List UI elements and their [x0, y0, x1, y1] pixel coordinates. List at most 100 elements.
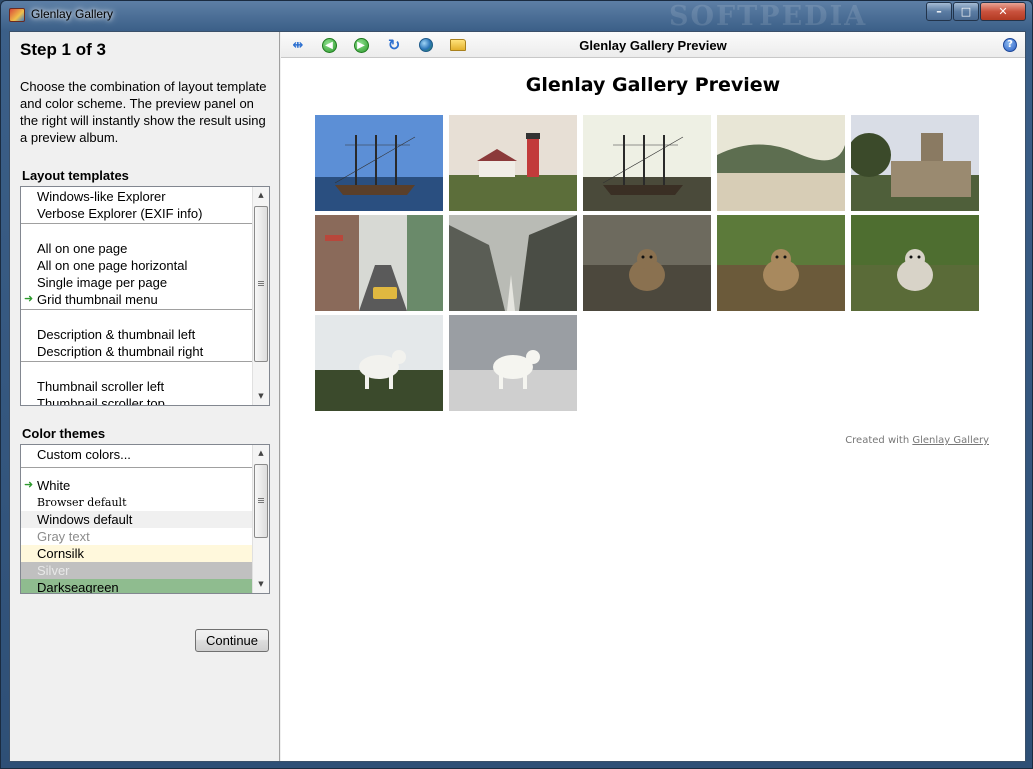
thumbnail-image [717, 215, 845, 311]
maximize-button[interactable]: □ [953, 2, 979, 21]
back-arrow-icon[interactable]: ◀ [320, 36, 338, 54]
layout-item[interactable]: Thumbnail scroller top [21, 395, 252, 405]
layout-item[interactable]: All on one page [21, 240, 252, 257]
thumbnail-image [449, 115, 577, 211]
layout-item[interactable]: All on one page horizontal [21, 257, 252, 274]
thumbnail-waterfall-canyon[interactable] [449, 215, 577, 311]
layout-scrollbar[interactable]: ▲ ▼ [252, 187, 269, 405]
app-icon[interactable] [9, 8, 25, 22]
color-theme-label: Browser default [37, 496, 127, 509]
scroll-thumb[interactable] [254, 206, 268, 362]
thumbnail-image [315, 215, 443, 311]
layout-item-label: All on one page horizontal [37, 258, 188, 273]
color-theme-item[interactable]: ➜ White [21, 477, 252, 494]
thumbnail-image [449, 315, 577, 411]
color-theme-label: White [37, 478, 71, 493]
layout-group: Thumbnail scroller left Thumbnail scrolle… [21, 362, 252, 405]
scroll-thumb[interactable] [254, 464, 268, 538]
layout-item[interactable]: Description & thumbnail left [21, 326, 252, 343]
layout-group: Description & thumbnail left Description … [21, 310, 252, 362]
layout-templates-list[interactable]: Windows-like Explorer Verbose Explorer (E… [20, 186, 270, 406]
layout-item[interactable]: Single image per page [21, 274, 252, 291]
client-area: Step 1 of 3 Choose the combination of la… [9, 31, 1026, 762]
thumbnail-mountain-goat-parking[interactable] [449, 315, 577, 411]
layout-item-label: Thumbnail scroller left [37, 379, 165, 394]
thumbnail-marmot-grass[interactable] [717, 215, 845, 311]
color-theme-item[interactable]: Gray text [21, 528, 252, 545]
custom-colors-item[interactable]: Custom colors... [21, 446, 252, 463]
layout-item-label: Verbose Explorer (EXIF info) [37, 206, 203, 221]
layout-templates-label: Layout templates [22, 168, 129, 183]
layout-item[interactable]: Verbose Explorer (EXIF info) [21, 205, 252, 222]
color-theme-item[interactable]: Cornsilk [21, 545, 252, 562]
layout-item-label: Grid thumbnail menu [37, 292, 158, 307]
layout-item[interactable]: Thumbnail scroller left [21, 378, 252, 395]
color-theme-label: Windows default [37, 512, 133, 527]
credit-prefix: Created with [845, 435, 910, 446]
open-folder-icon[interactable] [449, 36, 467, 54]
layout-item-label: All on one page [37, 241, 128, 256]
thumbnail-mountain-goat-forest[interactable] [315, 315, 443, 411]
watermark: SOFTPEDIA [669, 1, 868, 32]
thumbnail-mission-church[interactable] [851, 115, 979, 211]
forward-arrow-icon[interactable]: ▶ [352, 36, 370, 54]
thumbnail-image [315, 315, 443, 411]
step-title: Step 1 of 3 [20, 40, 106, 59]
layout-group: All on one page All on one page horizonta… [21, 224, 252, 310]
layout-item-label: Description & thumbnail left [37, 327, 196, 342]
thumbnail-lighthouse[interactable] [449, 115, 577, 211]
color-themes-list[interactable]: Custom colors... ➜ White Browser default Wi… [20, 444, 270, 594]
layout-item-label: Windows-like Explorer [37, 189, 166, 204]
layout-item[interactable]: Windows-like Explorer [21, 188, 252, 205]
thumbnail-image [583, 215, 711, 311]
thumbnail-image [717, 115, 845, 211]
layout-item[interactable]: Description & thumbnail right [21, 343, 252, 360]
color-theme-item[interactable]: Windows default [21, 511, 252, 528]
thumbnail-image [851, 115, 979, 211]
preview-panel: Glenlay Gallery Preview ⇹ ◀ ▶ ↻ ? Glenla… [281, 32, 1025, 761]
intro-text: Choose the combination of layout templat… [20, 79, 267, 145]
layout-item-label: Description & thumbnail right [37, 344, 204, 359]
window-title: Glenlay Gallery [31, 7, 114, 21]
color-theme-item[interactable]: Darkseagreen [21, 579, 252, 593]
scroll-up-icon[interactable]: ▲ [253, 445, 269, 462]
thumbnail-city-street[interactable] [315, 215, 443, 311]
preview-page-title: Glenlay Gallery Preview [525, 74, 781, 96]
color-scrollbar[interactable]: ▲ ▼ [252, 445, 269, 593]
thumbnail-image [315, 115, 443, 211]
credit-line: Created with Glenlay Gallery [845, 435, 989, 446]
thumbnail-image [449, 215, 577, 311]
scroll-down-icon[interactable]: ▼ [253, 576, 269, 593]
close-button[interactable]: ✕ [980, 2, 1026, 21]
selected-arrow-icon: ➜ [24, 479, 34, 491]
layout-item[interactable]: ➜ Grid thumbnail menu [21, 291, 252, 308]
help-icon[interactable]: ? [1001, 36, 1019, 54]
continue-button[interactable]: Continue [195, 629, 269, 652]
color-theme-item[interactable]: Silver [21, 562, 252, 579]
scroll-up-icon[interactable]: ▲ [253, 187, 269, 204]
thumbnail-beach-cove[interactable] [717, 115, 845, 211]
thumbnail-image [583, 115, 711, 211]
thumbnail-grid [315, 115, 985, 415]
thumbnail-marmot-rocks[interactable] [583, 215, 711, 311]
layout-group: Windows-like Explorer Verbose Explorer (E… [21, 187, 252, 224]
layout-item-label: Thumbnail scroller top [37, 396, 165, 405]
color-theme-label: Cornsilk [37, 546, 84, 561]
layout-item-label: Single image per page [37, 275, 168, 290]
globe-icon[interactable] [417, 36, 435, 54]
refresh-icon[interactable]: ↻ [385, 36, 403, 54]
minimize-button[interactable]: – [926, 2, 952, 21]
title-bar[interactable]: Glenlay Gallery SOFTPEDIA – □ ✕ [1, 1, 1032, 32]
preview-toolbar: Glenlay Gallery Preview ⇹ ◀ ▶ ↻ ? [281, 32, 1025, 58]
thumbnail-sailing-ship-dock[interactable] [583, 115, 711, 211]
credit-link[interactable]: Glenlay Gallery [912, 435, 989, 446]
selected-arrow-icon: ➜ [24, 293, 34, 305]
color-theme-item[interactable]: Browser default [21, 494, 252, 511]
wizard-panel: Step 1 of 3 Choose the combination of la… [10, 32, 280, 761]
scroll-down-icon[interactable]: ▼ [253, 388, 269, 405]
color-theme-label: Darkseagreen [37, 580, 119, 593]
thumbnail-marmot-meadow[interactable] [851, 215, 979, 311]
thumbnail-tall-ship-harbor[interactable] [315, 115, 443, 211]
color-theme-label: Gray text [37, 529, 90, 544]
split-view-icon[interactable]: ⇹ [289, 36, 307, 54]
